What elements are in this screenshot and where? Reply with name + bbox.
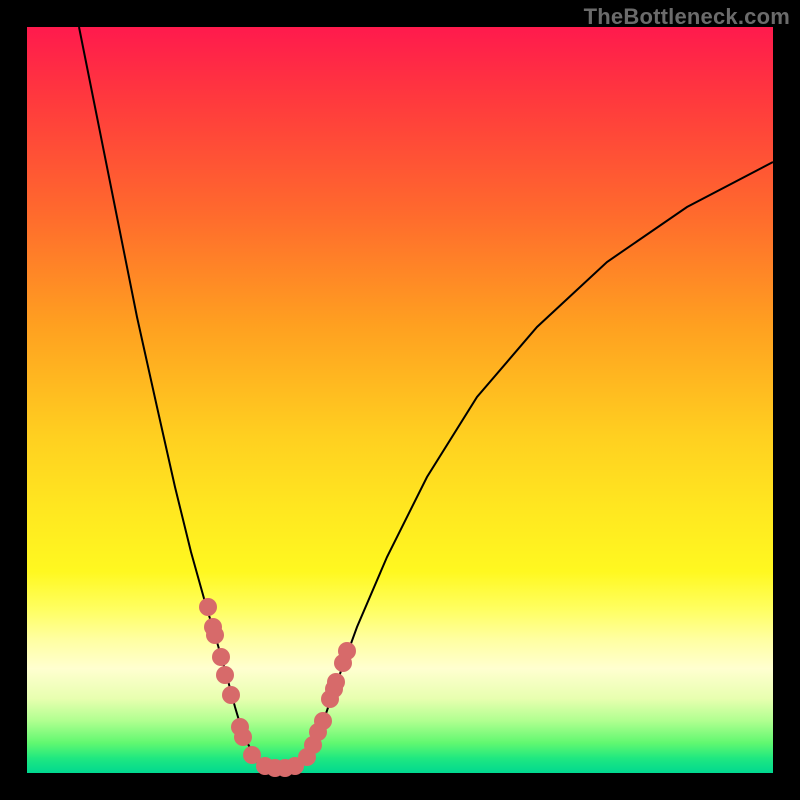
- data-point: [234, 728, 252, 746]
- data-point: [338, 642, 356, 660]
- data-point: [222, 686, 240, 704]
- data-point: [199, 598, 217, 616]
- plot-area: [27, 27, 773, 773]
- watermark-text: TheBottleneck.com: [584, 4, 790, 30]
- data-points: [199, 598, 356, 777]
- data-point: [212, 648, 230, 666]
- data-point: [216, 666, 234, 684]
- bottleneck-curve: [79, 27, 773, 769]
- curve-svg: [27, 27, 773, 773]
- data-point: [325, 680, 343, 698]
- chart-frame: TheBottleneck.com: [0, 0, 800, 800]
- data-point: [206, 626, 224, 644]
- data-point: [314, 712, 332, 730]
